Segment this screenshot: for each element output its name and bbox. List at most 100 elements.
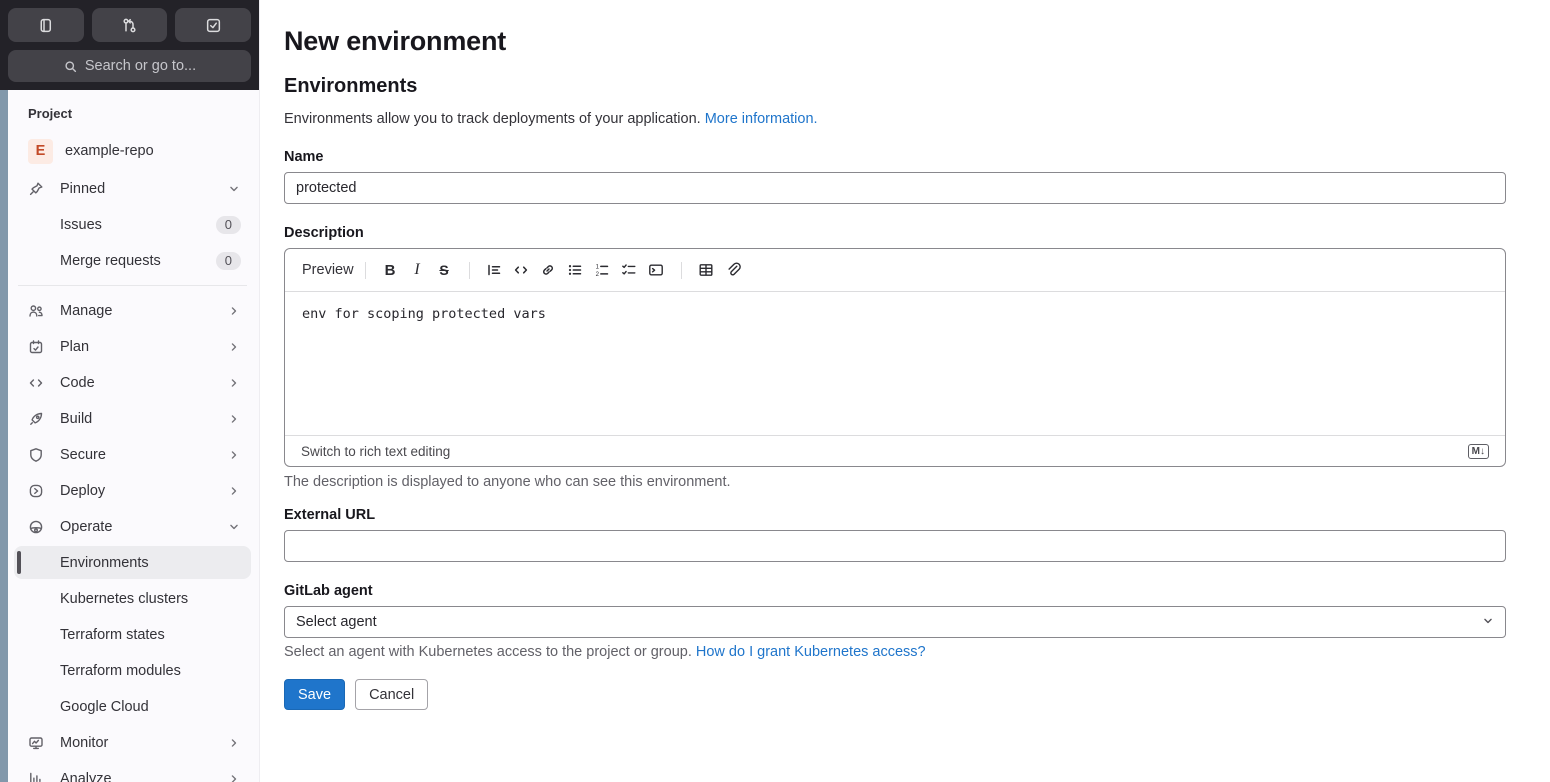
- toolbar-divider: [364, 261, 366, 279]
- quote-button[interactable]: [481, 257, 508, 283]
- deploy-label: Deploy: [60, 482, 106, 499]
- chevron-right-icon: [227, 484, 241, 498]
- build-label: Build: [60, 410, 93, 427]
- preview-tab[interactable]: Preview: [302, 262, 354, 278]
- task-list-button[interactable]: [616, 257, 643, 283]
- sidebar-item-google-cloud[interactable]: Google Cloud: [14, 690, 251, 723]
- analyze-label: Analyze: [60, 770, 112, 782]
- google-cloud-label: Google Cloud: [60, 698, 149, 715]
- sidebar-item-analyze[interactable]: Analyze: [14, 762, 251, 782]
- code-button[interactable]: [508, 257, 535, 283]
- bold-button[interactable]: B: [377, 257, 404, 283]
- markdown-supported-icon[interactable]: M↓: [1467, 443, 1489, 459]
- chevron-right-icon: [227, 376, 241, 390]
- description-textarea[interactable]: env for scoping protected vars: [285, 292, 1505, 435]
- pin-icon: [28, 181, 44, 197]
- terraform-modules-label: Terraform modules: [60, 662, 181, 679]
- globe-icon: [28, 519, 44, 535]
- sidebar-item-issues[interactable]: Issues 0: [14, 208, 251, 241]
- link-icon: [543, 265, 554, 275]
- ordered-list-button[interactable]: 12: [589, 257, 616, 283]
- kubernetes-access-help-link[interactable]: How do I grant Kubernetes access?: [696, 644, 926, 660]
- merge-request-icon: [123, 18, 136, 32]
- secure-label: Secure: [60, 446, 106, 463]
- rocket-icon: [28, 411, 44, 427]
- save-button[interactable]: Save: [284, 679, 346, 710]
- plan-label: Plan: [60, 338, 90, 355]
- sidebar-item-secure[interactable]: Secure: [14, 438, 251, 471]
- cancel-button[interactable]: Cancel: [355, 679, 429, 710]
- chart-icon: [28, 771, 44, 782]
- sidebar-item-deploy[interactable]: Deploy: [14, 474, 251, 507]
- merge-requests-shortcut-button[interactable]: [91, 8, 168, 42]
- strikethrough-button[interactable]: S: [431, 257, 458, 283]
- sidebar-item-environments[interactable]: Environments: [14, 546, 251, 579]
- switch-to-rich-text-link[interactable]: Switch to rich text editing: [301, 444, 450, 459]
- sidebar-item-code[interactable]: Code: [14, 366, 251, 399]
- link-button[interactable]: [535, 257, 562, 283]
- monitor-label: Monitor: [60, 734, 109, 751]
- description-field-group: Description Preview B I S 12 env for sco…: [284, 225, 1506, 490]
- sidebar-item-project[interactable]: E example-repo: [14, 133, 251, 169]
- sidebar-item-operate[interactable]: Operate: [14, 510, 251, 543]
- chevron-right-icon: [227, 448, 241, 462]
- gitlab-agent-label: GitLab agent: [284, 583, 373, 599]
- chevron-right-icon: [227, 304, 241, 318]
- table-button[interactable]: [693, 257, 720, 283]
- sidebar-item-plan[interactable]: Plan: [14, 330, 251, 363]
- pinned-label: Pinned: [60, 180, 106, 197]
- description-label: Description: [284, 225, 364, 241]
- sidebar-item-pinned[interactable]: Pinned: [14, 172, 251, 205]
- todo-list-shortcut-button[interactable]: [175, 8, 252, 42]
- markdown-footer: Switch to rich text editing M↓: [285, 435, 1505, 466]
- name-label: Name: [284, 149, 324, 165]
- issues-shortcut-button[interactable]: [8, 8, 84, 42]
- search-input[interactable]: Search or go to...: [8, 50, 251, 82]
- more-information-link[interactable]: More information.: [705, 111, 818, 127]
- quote-icon: [488, 264, 501, 276]
- sidebar: Search or go to... Project E example-rep…: [0, 0, 260, 782]
- markdown-toolbar: Preview B I S 12: [285, 249, 1505, 292]
- external-url-input[interactable]: [284, 530, 1506, 562]
- name-input[interactable]: [284, 172, 1506, 204]
- sidebar-item-terraform-modules[interactable]: Terraform modules: [14, 654, 251, 687]
- sidebar-scroll-strip[interactable]: [0, 90, 8, 782]
- sidebar-item-kubernetes-clusters[interactable]: Kubernetes clusters: [14, 582, 251, 615]
- collapsible-section-button[interactable]: [643, 257, 670, 283]
- markdown-editor: Preview B I S 12 env for scoping protect…: [284, 248, 1506, 467]
- chevron-down-icon: [227, 520, 241, 534]
- bullet-list-button[interactable]: [562, 257, 589, 283]
- agent-help-text: Select an agent with Kubernetes access t…: [284, 644, 692, 660]
- svg-text:2: 2: [596, 272, 600, 278]
- sidebar-item-monitor[interactable]: Monitor: [14, 726, 251, 759]
- sidebar-item-build[interactable]: Build: [14, 402, 251, 435]
- sidebar-item-terraform-states[interactable]: Terraform states: [14, 618, 251, 651]
- italic-button[interactable]: I: [404, 257, 431, 283]
- chevron-right-icon: [227, 340, 241, 354]
- bullet-list-icon: [568, 265, 582, 275]
- sidebar-item-manage[interactable]: Manage: [14, 294, 251, 327]
- issues-count-badge: 0: [215, 215, 241, 234]
- paperclip-icon: [728, 262, 741, 276]
- collapsible-section-icon: [649, 264, 663, 276]
- agent-select[interactable]: Select agent: [284, 606, 1506, 638]
- deploy-icon: [28, 483, 44, 499]
- external-url-field-group: External URL: [284, 507, 1506, 562]
- sidebar-item-merge-requests[interactable]: Merge requests 0: [14, 244, 251, 277]
- operate-label: Operate: [60, 518, 113, 535]
- section-title: Environments: [284, 75, 418, 97]
- svg-text:1: 1: [596, 264, 600, 270]
- table-icon: [699, 264, 713, 276]
- monitor-icon: [28, 735, 44, 751]
- intro-text: Environments allow you to track deployme…: [284, 111, 701, 127]
- name-field-group: Name: [284, 149, 1506, 204]
- main-content: New environment Environments Environment…: [260, 0, 1550, 782]
- toolbar-divider: [468, 261, 470, 279]
- toolbar-divider: [680, 261, 682, 279]
- issues-label: Issues: [60, 216, 102, 233]
- merge-requests-count-badge: 0: [215, 251, 241, 270]
- attach-file-button[interactable]: [720, 257, 747, 283]
- chevron-right-icon: [227, 736, 241, 750]
- search-icon: [65, 60, 76, 72]
- chevron-down-icon: [227, 182, 241, 196]
